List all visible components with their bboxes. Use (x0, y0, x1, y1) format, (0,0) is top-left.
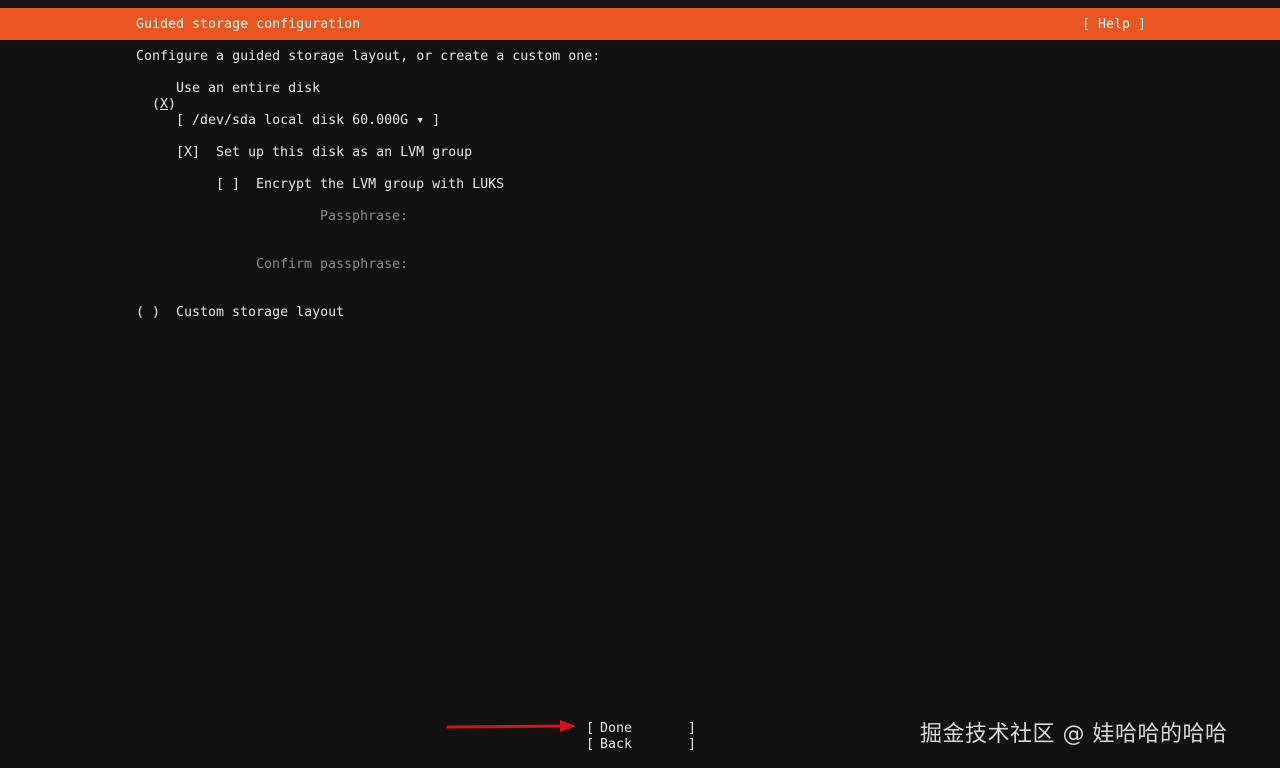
disk-select-dropdown[interactable]: [ /dev/sda local disk 60.000G ▾ ] (176, 113, 440, 129)
back-label: Back (600, 737, 633, 752)
confirm-passphrase-input[interactable] (416, 253, 716, 275)
radio-use-entire-disk[interactable]: (X) (136, 81, 176, 113)
page-title: Guided storage configuration (136, 17, 361, 32)
top-strip (0, 0, 1280, 8)
done-bracket-open: [ (586, 721, 595, 736)
encrypt-checkbox[interactable]: [ ] (216, 177, 240, 193)
back-button[interactable]: [ Back ] (586, 737, 696, 753)
radio-custom-storage[interactable]: ( ) (136, 305, 160, 321)
red-arrow-icon (446, 720, 576, 732)
lvm-label: Set up this disk as an LVM group (216, 145, 473, 160)
intro-text: Configure a guided storage layout, or cr… (136, 49, 601, 64)
back-bracket-close: ] (688, 737, 697, 752)
radio-selected-mark: X (160, 97, 169, 112)
lvm-checkbox[interactable]: [X] (176, 145, 200, 161)
custom-storage-label: Custom storage layout (176, 305, 345, 320)
done-label: Done (600, 721, 633, 736)
back-bracket-open: [ (586, 737, 595, 752)
passphrase-label: Passphrase: (320, 209, 409, 224)
use-entire-disk-label: Use an entire disk (176, 81, 321, 96)
radio-open: ( (152, 97, 161, 112)
done-bracket-close: ] (688, 721, 697, 736)
passphrase-input[interactable] (416, 205, 716, 227)
confirm-passphrase-label: Confirm passphrase: (256, 257, 409, 272)
radio-close: ) (168, 97, 177, 112)
done-button[interactable]: [ Done ] (586, 721, 696, 737)
encrypt-label: Encrypt the LVM group with LUKS (256, 177, 505, 192)
watermark: 掘金技术社区 @ 娃哈哈的哈哈 (920, 722, 1228, 747)
help-button[interactable]: [ Help ] (1082, 17, 1146, 32)
